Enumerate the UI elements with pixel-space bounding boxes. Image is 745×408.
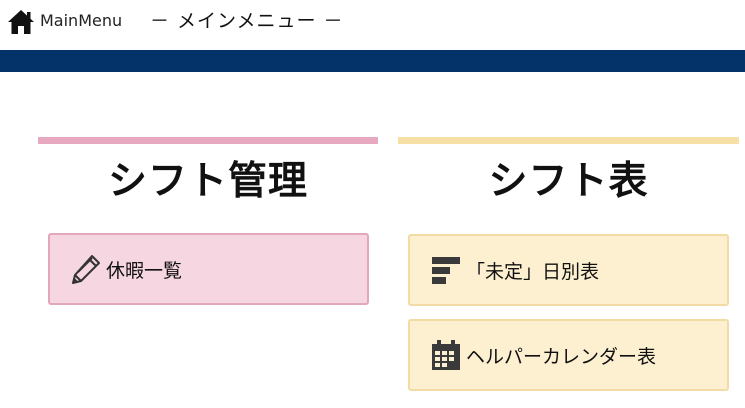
undecided-daily-table-label: 「未定」日別表 [466,260,600,283]
home-icon[interactable] [7,9,35,35]
main-menu-link[interactable]: MainMenu [40,11,122,31]
leave-list-button[interactable]: 休暇一覧 [48,233,369,305]
helper-calendar-button[interactable]: ヘルパーカレンダー表 [408,319,729,391]
section-accent-stripe [398,137,739,144]
align-left-bars-icon [430,254,462,286]
section-shift-table: シフト表 [398,137,739,206]
undecided-daily-table-button[interactable]: 「未定」日別表 [408,234,729,306]
header-divider-bar [0,50,745,72]
section-accent-stripe [38,137,378,144]
helper-calendar-label: ヘルパーカレンダー表 [466,345,657,368]
calendar-icon [430,339,462,371]
pencil-icon [70,253,102,285]
section-title: シフト表 [488,159,649,204]
top-header: MainMenu － メインメニュー － [0,0,745,48]
leave-list-label: 休暇一覧 [106,259,183,282]
page-subtitle: － メインメニュー － [150,10,344,32]
section-shift-management: シフト管理 [38,137,378,206]
section-title: シフト管理 [107,159,308,204]
